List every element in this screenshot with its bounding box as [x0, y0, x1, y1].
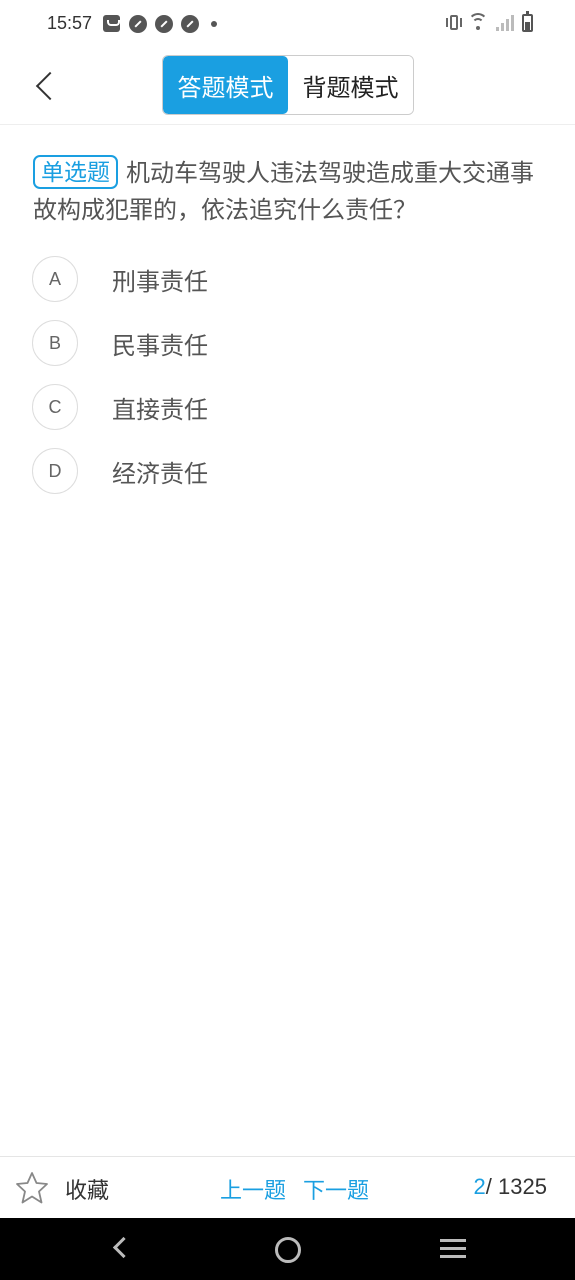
notification-icon [103, 15, 120, 32]
bottom-toolbar: 收藏 上一题 下一题 2/ 1325 [0, 1156, 575, 1219]
star-icon[interactable] [15, 1171, 49, 1205]
current-index: 2 [473, 1174, 486, 1199]
wifi-icon [468, 13, 488, 31]
nav-back-icon[interactable] [112, 1240, 128, 1256]
option-text: 民事责任 [112, 332, 208, 360]
mode-toggle: 答题模式 背题模式 [162, 55, 414, 115]
vibrate-icon [446, 15, 462, 31]
option-d[interactable]: D 经济责任 [32, 448, 532, 512]
prev-question-button[interactable]: 上一题 [220, 1173, 286, 1205]
app-notification-icon [181, 15, 199, 33]
status-time: 15:57 [47, 13, 93, 33]
options-list: A 刑事责任 B 民事责任 C 直接责任 D 经济责任 [32, 256, 532, 512]
signal-icon [496, 15, 514, 31]
option-letter: A [32, 256, 78, 302]
option-letter: B [32, 320, 78, 366]
battery-icon [522, 11, 533, 32]
option-c[interactable]: C 直接责任 [32, 384, 532, 448]
recite-mode-button[interactable]: 背题模式 [288, 56, 413, 114]
option-text: 经济责任 [112, 460, 208, 488]
system-nav-bar [0, 1218, 575, 1280]
option-letter: C [32, 384, 78, 430]
more-notifications-icon [211, 21, 217, 27]
app-notification-icon [129, 15, 147, 33]
option-letter: D [32, 448, 78, 494]
question-stem: 单选题 机动车驾驶人违法驾驶造成重大交通事故构成犯罪的，依法追究什么责任？ [33, 155, 543, 229]
nav-home-icon[interactable] [275, 1237, 301, 1263]
total-count: 1325 [498, 1174, 547, 1199]
status-bar: 15:57 [0, 0, 575, 48]
next-question-button[interactable]: 下一题 [303, 1173, 369, 1205]
option-text: 直接责任 [112, 396, 208, 424]
question-counter[interactable]: 2/ 1325 [474, 1174, 547, 1200]
option-b[interactable]: B 民事责任 [32, 320, 532, 384]
favorite-button[interactable]: 收藏 [65, 1173, 109, 1205]
header: 答题模式 背题模式 [0, 48, 575, 125]
nav-recents-icon[interactable] [440, 1239, 466, 1259]
counter-separator: / [485, 1174, 492, 1199]
answer-mode-button[interactable]: 答题模式 [163, 56, 288, 114]
option-a[interactable]: A 刑事责任 [32, 256, 532, 320]
back-icon[interactable] [34, 70, 56, 100]
app-notification-icon [155, 15, 173, 33]
question-type-badge: 单选题 [33, 155, 118, 189]
option-text: 刑事责任 [112, 268, 208, 296]
